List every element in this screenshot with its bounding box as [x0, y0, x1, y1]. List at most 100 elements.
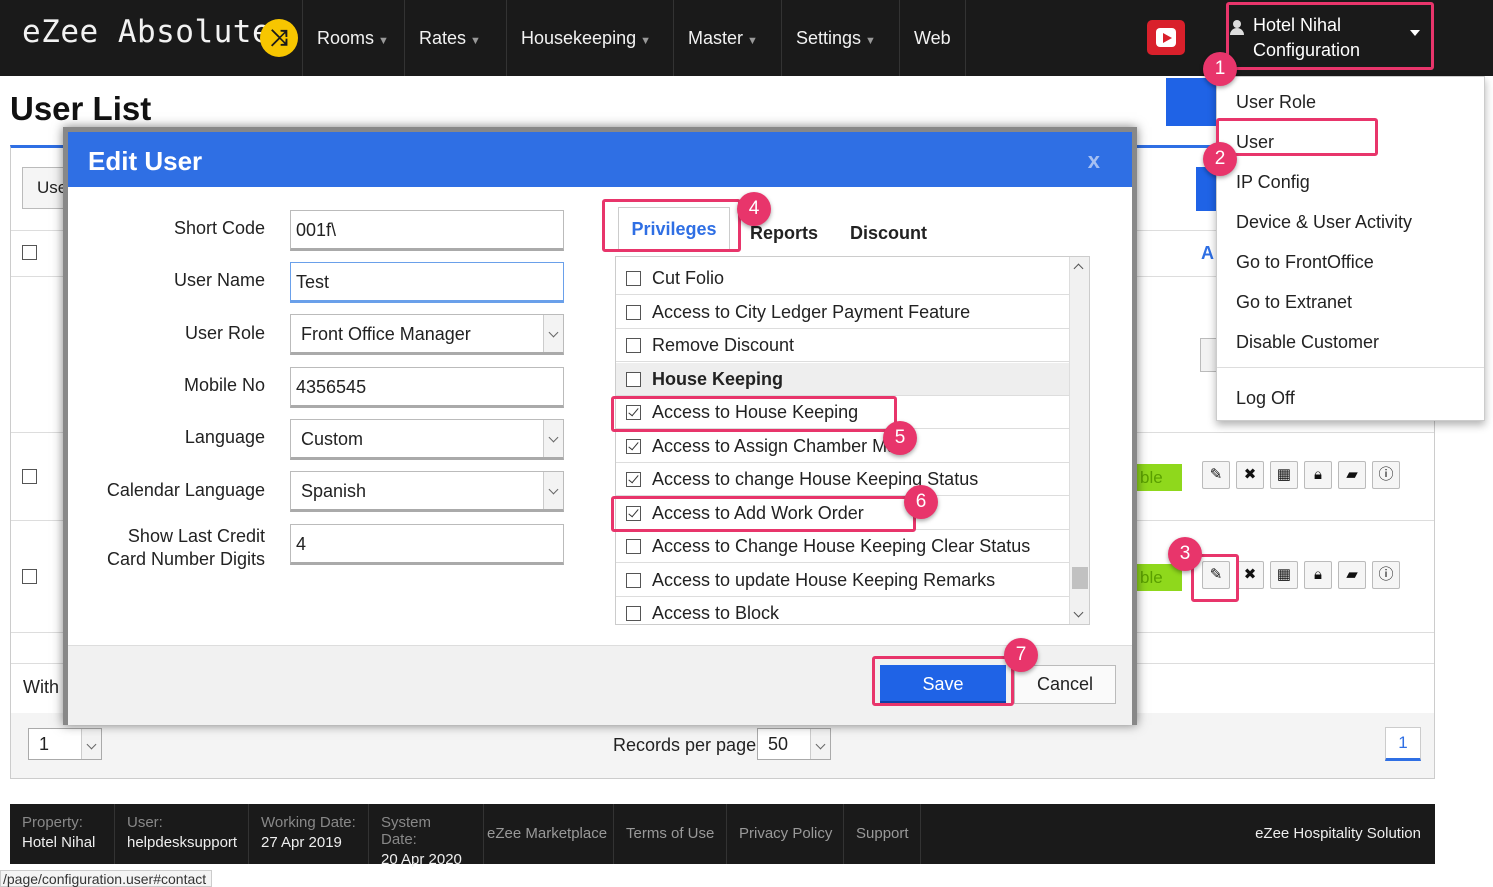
records-per-page-label: Records per page	[613, 735, 757, 755]
comment-icon[interactable]: ▰	[1338, 561, 1366, 589]
nav-master[interactable]: Master ▼	[673, 0, 772, 76]
footer-brand: eZee Hospitality Solution	[1255, 825, 1421, 842]
nav-rooms[interactable]: Rooms ▼	[302, 0, 403, 76]
privilege-row: Access to change House Keeping Status	[616, 463, 1069, 496]
row-checkbox[interactable]	[22, 469, 37, 484]
calculator-icon[interactable]: ▦	[1270, 561, 1298, 589]
highlight-menu-user	[1216, 118, 1378, 156]
privilege-checkbox[interactable]	[626, 539, 641, 554]
chevron-down-icon	[543, 472, 563, 509]
url-status-hint: /page/configuration.user#contact	[0, 870, 213, 887]
privilege-checkbox[interactable]	[626, 438, 641, 454]
shuffle-icon[interactable]: ⤨	[260, 19, 298, 57]
language-label: Language	[184, 427, 265, 447]
add-button[interactable]	[1166, 78, 1218, 126]
row-checkbox[interactable]	[22, 569, 37, 584]
language-value: Custom	[301, 429, 364, 449]
page-title: User List	[10, 90, 152, 127]
property-info: Property: Hotel Nihal	[10, 804, 115, 864]
delete-icon[interactable]: ✖	[1236, 461, 1264, 489]
privilege-label: Access to Change House Keeping Clear Sta…	[652, 536, 1031, 556]
footer-link-support[interactable]: Support	[856, 825, 909, 842]
privilege-checkbox[interactable]	[626, 572, 641, 588]
last-digits-input[interactable]: 4	[290, 524, 564, 565]
privilege-row: Access to Change House Keeping Clear Sta…	[616, 530, 1069, 563]
privilege-checkbox[interactable]	[626, 472, 641, 487]
menu-disable-customer[interactable]: Disable Customer	[1236, 332, 1379, 353]
nav-web[interactable]: Web	[899, 0, 966, 76]
caret-down-icon: ▼	[747, 35, 758, 47]
privilege-checkbox[interactable]	[626, 371, 641, 387]
step-badge: 3	[1168, 537, 1202, 571]
user-role-label: User Role	[184, 323, 265, 343]
youtube-icon[interactable]	[1147, 20, 1185, 55]
nav-label: Rooms	[317, 28, 375, 48]
short-code-input[interactable]: 001f\	[290, 210, 564, 251]
cancel-button[interactable]: Cancel	[1014, 665, 1116, 704]
user-name-input[interactable]: Test	[290, 262, 564, 303]
privilege-label: Access to update House Keeping Remarks	[652, 569, 996, 590]
link-cell: eZee Marketplace	[484, 804, 614, 864]
privilege-checkbox[interactable]	[626, 271, 641, 286]
menu-go-extranet[interactable]: Go to Extranet	[1236, 292, 1352, 313]
menu-go-frontoffice[interactable]: Go to FrontOffice	[1236, 252, 1374, 273]
brand-logo[interactable]: eZee Absolute	[22, 14, 271, 50]
privilege-label: Access to City Ledger Payment Feature	[652, 301, 971, 322]
scroll-thumb[interactable]	[1072, 567, 1088, 589]
user-label: User:	[127, 814, 163, 831]
menu-log-off[interactable]: Log Off	[1236, 388, 1295, 409]
comment-icon[interactable]: ▰	[1338, 461, 1366, 489]
delete-icon[interactable]: ✖	[1236, 561, 1264, 589]
info-icon[interactable]: ⓘ	[1372, 561, 1400, 589]
records-per-page-select[interactable]: 50	[757, 728, 831, 760]
calendar-language-select[interactable]: Spanish	[290, 471, 564, 512]
privilege-label: Access to Block	[652, 603, 780, 623]
with-label: With	[23, 677, 59, 697]
privilege-checkbox[interactable]	[626, 304, 641, 320]
lock-icon[interactable]: 🔒︎	[1304, 461, 1332, 489]
privilege-row: Access to Block	[616, 597, 1069, 624]
nav-housekeeping[interactable]: Housekeeping ▼	[506, 0, 665, 76]
scroll-down-icon[interactable]	[1073, 607, 1084, 618]
select-all-checkbox[interactable]	[22, 245, 37, 260]
step-badge: 6	[904, 485, 938, 519]
highlight-hotel-menu	[1226, 2, 1434, 70]
user-name-label: User Name	[173, 270, 265, 290]
privilege-checkbox[interactable]	[626, 338, 641, 353]
nav-settings[interactable]: Settings ▼	[781, 0, 890, 76]
status-badge: ble	[1134, 464, 1182, 491]
lock-icon[interactable]: 🔒︎	[1304, 561, 1332, 589]
calculator-icon[interactable]: ▦	[1270, 461, 1298, 489]
menu-user-role[interactable]: User Role	[1236, 92, 1316, 113]
privilege-row: Access to update House Keeping Remarks	[616, 564, 1069, 597]
footer-link-privacy[interactable]: Privacy Policy	[739, 825, 832, 842]
footer-link-marketplace[interactable]: eZee Marketplace	[487, 825, 607, 842]
tab-discount[interactable]: Discount	[850, 223, 927, 244]
property-label: Property:	[22, 814, 83, 831]
edit-icon[interactable]: ✎	[1202, 461, 1230, 489]
page-number-button[interactable]: 1	[1385, 727, 1421, 761]
tab-reports[interactable]: Reports	[750, 223, 818, 244]
nav-label: Master	[688, 28, 744, 48]
mobile-input[interactable]: 4356545	[290, 367, 564, 408]
language-select[interactable]: Custom	[290, 419, 564, 460]
user-info: User: helpdesksupport	[115, 804, 249, 864]
close-icon[interactable]: x	[1088, 148, 1100, 174]
scrollbar[interactable]	[1069, 257, 1089, 624]
system-date-label: System Date:	[381, 814, 432, 848]
nav-rates[interactable]: Rates ▼	[404, 0, 495, 76]
menu-device-user-activity[interactable]: Device & User Activity	[1236, 212, 1412, 233]
scroll-up-icon[interactable]	[1073, 263, 1084, 274]
page-select[interactable]: 1	[28, 728, 102, 760]
privileges-list: Cut Folio Access to City Ledger Payment F…	[615, 256, 1090, 625]
privilege-checkbox[interactable]	[626, 606, 641, 621]
user-role-value: Front Office Manager	[301, 324, 471, 344]
info-icon[interactable]: ⓘ	[1372, 461, 1400, 489]
menu-ip-config[interactable]: IP Config	[1236, 172, 1310, 193]
step-badge: 7	[1004, 638, 1038, 672]
last-digits-label-line2: Card Number Digits	[106, 549, 265, 569]
user-role-select[interactable]: Front Office Manager	[290, 314, 564, 355]
chevron-down-icon	[810, 729, 830, 759]
footer-link-terms[interactable]: Terms of Use	[626, 825, 714, 842]
menu-divider	[1217, 367, 1484, 368]
